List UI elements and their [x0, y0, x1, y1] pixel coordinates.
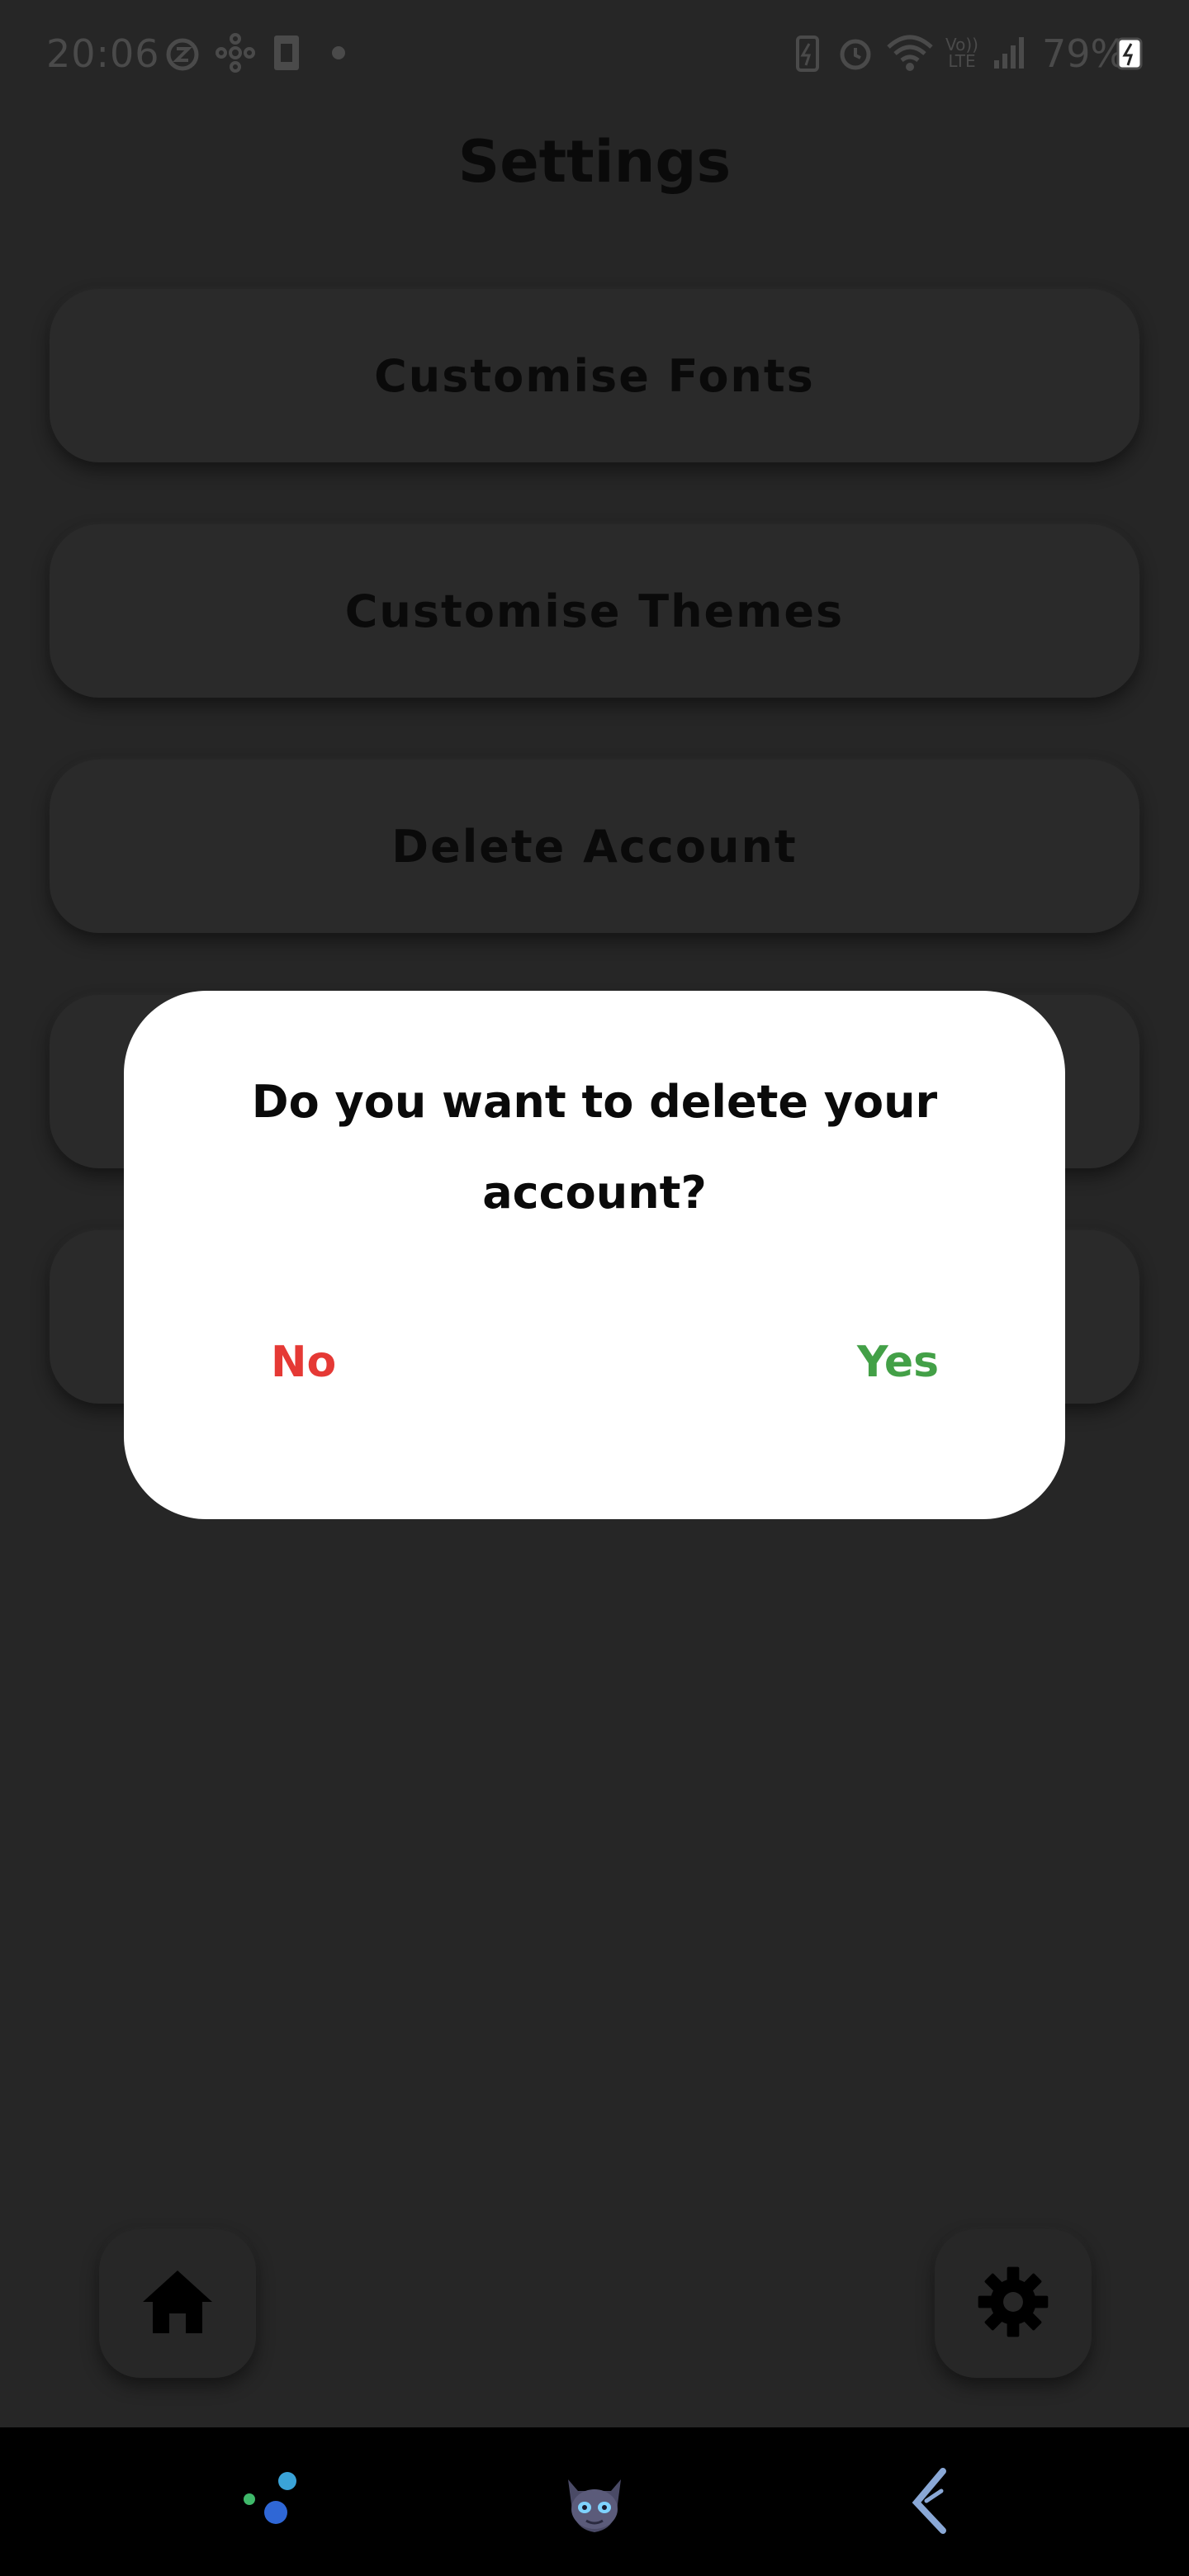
wifi-icon [885, 31, 935, 74]
status-time: 20:06 [46, 31, 160, 76]
settings-screen: 20:06 Vo)) LTE 79% Settings Customise Fo… [0, 0, 1189, 2576]
back-icon [902, 2463, 959, 2540]
recent-apps-icon [231, 2463, 306, 2540]
page-title: Settings [457, 128, 732, 196]
sim-card-icon [266, 31, 307, 74]
volte-icon: Vo)) LTE [945, 35, 978, 71]
back-button[interactable] [885, 2460, 976, 2543]
alarm-z-icon [163, 31, 201, 74]
dialog-no-button[interactable]: No [271, 1338, 336, 1387]
home-mascot-icon [553, 2463, 636, 2540]
recent-apps-button[interactable] [223, 2460, 314, 2543]
charging-battery-icon [1115, 31, 1144, 74]
home-system-button[interactable] [549, 2460, 640, 2543]
customise-themes-button[interactable]: Customise Themes [50, 524, 1139, 698]
dialog-yes-button[interactable]: Yes [857, 1338, 939, 1387]
network-share-icon [215, 31, 256, 74]
home-icon [140, 2267, 216, 2340]
delete-account-button[interactable]: Delete Account [50, 760, 1139, 933]
status-bar: 20:06 Vo)) LTE 79% [0, 0, 1189, 107]
alarm-icon [836, 31, 875, 74]
delete-account-dialog: Do you want to delete your account? No Y… [124, 991, 1065, 1519]
settings-nav-button[interactable] [935, 2229, 1092, 2378]
battery-saver-icon [791, 31, 824, 74]
signal-icon [991, 31, 1029, 74]
home-button[interactable] [99, 2229, 256, 2378]
system-navigation-bar [0, 2427, 1189, 2576]
gear-icon [975, 2264, 1051, 2343]
dialog-message: Do you want to delete your account? [251, 1076, 938, 1219]
customise-fonts-button[interactable]: Customise Fonts [50, 289, 1139, 462]
dot-icon [330, 31, 347, 74]
battery-percentage: 79% [1042, 31, 1127, 76]
